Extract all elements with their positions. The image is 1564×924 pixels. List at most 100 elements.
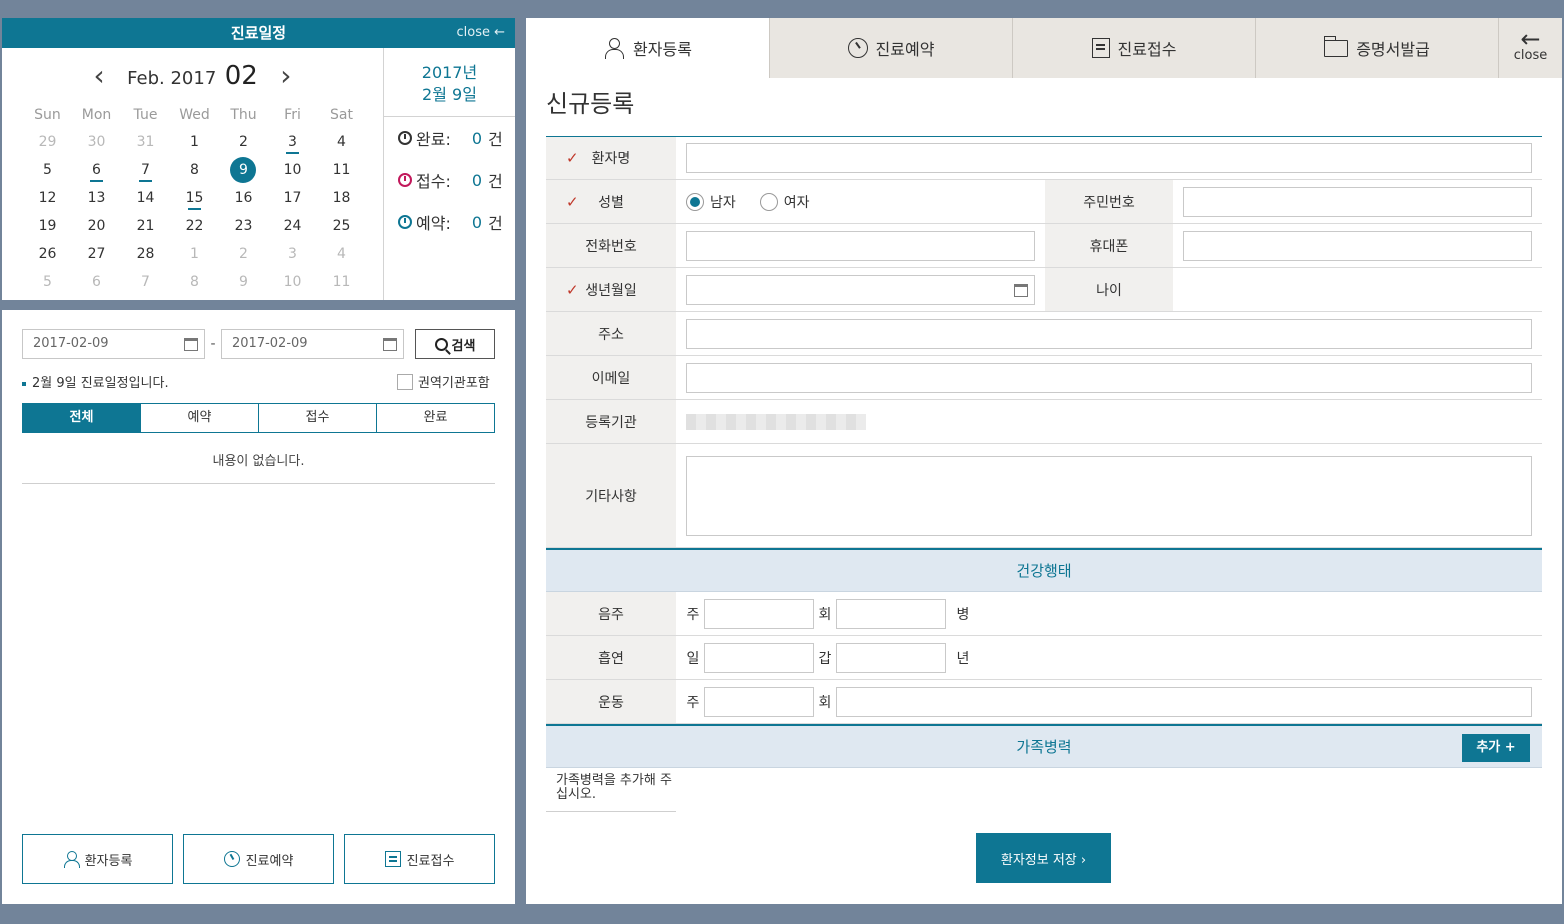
gender-male-option[interactable]: 남자 (686, 192, 736, 212)
weekday-label: Thu (230, 107, 257, 123)
weekday-label: Sat (330, 107, 353, 123)
weekday-label: Sun (34, 107, 61, 123)
calendar-day[interactable]: 7 (121, 268, 170, 296)
calendar-day[interactable]: 31 (121, 128, 170, 156)
calendar-day[interactable]: 18 (317, 184, 366, 212)
filter-tab-reception[interactable]: 접수 (258, 404, 376, 432)
next-month-icon[interactable]: › (274, 62, 298, 90)
smoking-label: 흡연 (546, 636, 676, 679)
calendar-day[interactable]: 25 (317, 212, 366, 240)
filter-tab-all[interactable]: 전체 (23, 404, 140, 432)
phone-input[interactable] (686, 230, 1035, 261)
calendar-day[interactable]: 28 (121, 240, 170, 268)
drinking-bottles-input[interactable] (836, 598, 946, 629)
calendar-day-scheduled[interactable]: 3 (268, 128, 317, 156)
calendar-day[interactable]: 8 (170, 268, 219, 296)
tab-reception[interactable]: 진료접수 (1012, 18, 1255, 78)
calendar-day-scheduled[interactable]: 7 (121, 156, 170, 184)
calendar-icon[interactable] (184, 338, 198, 351)
mobile-input[interactable] (1183, 230, 1532, 261)
tab-reservation[interactable]: 진료예약 (769, 18, 1012, 78)
calendar-day[interactable]: 27 (72, 240, 121, 268)
date-to-input[interactable]: 2017-02-09 (221, 329, 404, 359)
date-from-input[interactable]: 2017-02-09 (22, 329, 205, 359)
prev-month-icon[interactable]: ‹ (87, 62, 111, 90)
calendar-day[interactable]: 29 (23, 128, 72, 156)
smoking-per-day-input[interactable] (704, 642, 814, 673)
gender-label: 성별 (546, 180, 676, 223)
tab-certificate[interactable]: 증명서발급 (1255, 18, 1498, 78)
calendar-day[interactable]: 19 (23, 212, 72, 240)
calendar-day[interactable]: 14 (121, 184, 170, 212)
calendar-day[interactable]: 2 (219, 240, 268, 268)
calendar-day[interactable]: 4 (317, 240, 366, 268)
search-button[interactable]: 검색 (415, 329, 495, 359)
calendar-day[interactable]: 26 (23, 240, 72, 268)
gender-female-radio[interactable] (759, 192, 778, 211)
include-region-checkbox[interactable] (397, 373, 413, 390)
weekday-label: Wed (179, 107, 210, 123)
calendar-day[interactable]: 6 (72, 268, 121, 296)
calendar-close-button[interactable]: close ← (456, 18, 505, 48)
calendar-day[interactable]: 20 (72, 212, 121, 240)
calendar-day[interactable]: 1 (170, 240, 219, 268)
calendar-day-scheduled[interactable]: 15 (170, 184, 219, 212)
reserve-label: 진료예약 (245, 853, 294, 869)
calendar-day-today[interactable]: 9 (219, 156, 268, 184)
calendar-day[interactable]: 8 (170, 156, 219, 184)
name-input[interactable] (686, 143, 1532, 173)
calendar-day[interactable]: 24 (268, 212, 317, 240)
register-patient-button[interactable]: 환자등록 (22, 834, 173, 884)
calendar-icon[interactable] (383, 338, 397, 351)
smoking-years-input[interactable] (836, 642, 946, 673)
drinking-per-week-input[interactable] (704, 598, 814, 629)
calendar-day[interactable]: 13 (72, 184, 121, 212)
reception-button[interactable]: 진료접수 (344, 834, 495, 884)
exercise-per-week-input[interactable] (704, 686, 814, 717)
family-history-header: 가족병력 추가 + (546, 724, 1542, 768)
calendar-day[interactable]: 1 (170, 128, 219, 156)
calendar-day[interactable]: 5 (23, 156, 72, 184)
close-button[interactable]: ← close (1498, 18, 1562, 78)
stat-count: 0 (471, 128, 483, 148)
stat-label: 접수: (416, 172, 451, 191)
form-row-address: 주소 (546, 312, 1542, 356)
calendar-day[interactable]: 22 (170, 212, 219, 240)
filter-tab-done[interactable]: 완료 (376, 404, 494, 432)
calendar-icon[interactable] (1014, 283, 1028, 297)
calendar-day[interactable]: 12 (23, 184, 72, 212)
address-input[interactable] (686, 318, 1532, 349)
add-family-history-button[interactable]: 추가 + (1462, 734, 1530, 762)
calendar-day[interactable]: 10 (268, 156, 317, 184)
calendar-day[interactable]: 11 (317, 156, 366, 184)
calendar-day[interactable]: 17 (268, 184, 317, 212)
calendar-day[interactable]: 10 (268, 268, 317, 296)
filter-tab-reservation[interactable]: 예약 (140, 404, 258, 432)
resident-no-input[interactable] (1183, 186, 1532, 217)
save-patient-button[interactable]: 환자정보 저장 › (976, 833, 1111, 883)
clock-icon (398, 173, 412, 187)
email-input[interactable] (686, 362, 1532, 393)
calendar-day[interactable]: 5 (23, 268, 72, 296)
include-region-option[interactable]: 권역기관포함 (397, 372, 490, 391)
tab-register[interactable]: 환자등록 (526, 18, 769, 78)
notes-textarea[interactable] (686, 455, 1532, 536)
gender-male-radio[interactable] (686, 192, 704, 211)
calendar-day[interactable]: 30 (72, 128, 121, 156)
exercise-detail-input[interactable] (836, 686, 1532, 717)
calendar-day[interactable]: 23 (219, 212, 268, 240)
calendar-day[interactable]: 16 (219, 184, 268, 212)
calendar-day[interactable]: 3 (268, 240, 317, 268)
calendar-day[interactable]: 2 (219, 128, 268, 156)
calendar-day[interactable]: 4 (317, 128, 366, 156)
date-separator: - (210, 336, 216, 352)
birth-date-input[interactable] (686, 274, 1035, 305)
tab-label: 진료접수 (1117, 40, 1177, 59)
calendar-day[interactable]: 11 (317, 268, 366, 296)
gender-female-option[interactable]: 여자 (759, 192, 810, 212)
reserve-button[interactable]: 진료예약 (183, 834, 334, 884)
form-row-smoking: 흡연 일 갑 년 (546, 636, 1542, 680)
calendar-day-scheduled[interactable]: 6 (72, 156, 121, 184)
calendar-day[interactable]: 9 (219, 268, 268, 296)
calendar-day[interactable]: 21 (121, 212, 170, 240)
